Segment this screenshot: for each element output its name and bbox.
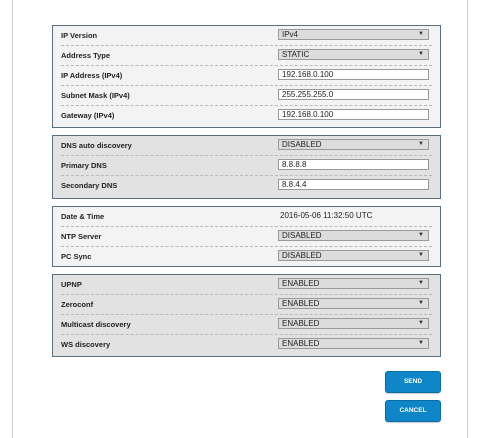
send-button[interactable]: SEND <box>385 371 441 393</box>
multicast-row: Multicast discovery ENABLED ▼ <box>61 315 432 335</box>
ntp-server-row: NTP Server DISABLED ▼ <box>61 227 432 247</box>
upnp-select[interactable]: ENABLED ▼ <box>278 278 429 289</box>
upnp-selected: ENABLED <box>282 279 320 288</box>
chevron-down-icon: ▼ <box>418 51 424 57</box>
ip-settings-group: IP Version IPv4 ▼ Address Type STATIC ▼ … <box>52 25 441 128</box>
zeroconf-selected: ENABLED <box>282 299 320 308</box>
ip-address-row: IP Address (IPv4) 192.168.0.100 <box>61 66 432 86</box>
ntp-server-selected: DISABLED <box>282 231 322 240</box>
ip-version-row: IP Version IPv4 ▼ <box>61 26 432 46</box>
primary-dns-row: Primary DNS 8.8.8.8 <box>61 156 432 176</box>
secondary-dns-label: Secondary DNS <box>61 181 118 190</box>
address-type-row: Address Type STATIC ▼ <box>61 46 432 66</box>
address-type-selected: STATIC <box>282 50 310 59</box>
upnp-label: UPNP <box>61 280 82 289</box>
gateway-row: Gateway (IPv4) 192.168.0.100 <box>61 106 432 126</box>
chevron-down-icon: ▼ <box>418 141 424 147</box>
gateway-input[interactable]: 192.168.0.100 <box>278 109 429 120</box>
cancel-button[interactable]: CANCEL <box>385 400 441 422</box>
chevron-down-icon: ▼ <box>418 320 424 326</box>
datetime-label: Date & Time <box>61 212 105 221</box>
zeroconf-label: Zeroconf <box>61 300 94 309</box>
ws-discovery-label: WS discovery <box>61 340 111 349</box>
datetime-value: 2016-05-06 11:32:50 UTC <box>280 211 373 220</box>
address-type-select[interactable]: STATIC ▼ <box>278 49 429 60</box>
pc-sync-select[interactable]: DISABLED ▼ <box>278 250 429 261</box>
dns-auto-row: DNS auto discovery DISABLED ▼ <box>61 136 432 156</box>
secondary-dns-row: Secondary DNS 8.8.4.4 <box>61 176 432 196</box>
chevron-down-icon: ▼ <box>418 252 424 258</box>
pc-sync-row: PC Sync DISABLED ▼ <box>61 247 432 267</box>
ip-address-label: IP Address (IPv4) <box>61 71 123 80</box>
dns-group: DNS auto discovery DISABLED ▼ Primary DN… <box>52 135 441 199</box>
chevron-down-icon: ▼ <box>418 340 424 346</box>
subnet-mask-label: Subnet Mask (IPv4) <box>61 91 130 100</box>
chevron-down-icon: ▼ <box>418 232 424 238</box>
upnp-row: UPNP ENABLED ▼ <box>61 275 432 295</box>
multicast-select[interactable]: ENABLED ▼ <box>278 318 429 329</box>
ip-version-selected: IPv4 <box>282 30 299 39</box>
ws-discovery-selected: ENABLED <box>282 339 320 348</box>
primary-dns-label: Primary DNS <box>61 161 107 170</box>
multicast-label: Multicast discovery <box>61 320 131 329</box>
zeroconf-select[interactable]: ENABLED ▼ <box>278 298 429 309</box>
chevron-down-icon: ▼ <box>418 280 424 286</box>
discovery-group: UPNP ENABLED ▼ Zeroconf ENABLED ▼ Multic… <box>52 274 441 357</box>
ws-discovery-row: WS discovery ENABLED ▼ <box>61 335 432 355</box>
subnet-mask-input[interactable]: 255.255.255.0 <box>278 89 429 100</box>
secondary-dns-input[interactable]: 8.8.4.4 <box>278 179 429 190</box>
gateway-label: Gateway (IPv4) <box>61 111 115 120</box>
pc-sync-selected: DISABLED <box>282 251 322 260</box>
chevron-down-icon: ▼ <box>418 300 424 306</box>
multicast-selected: ENABLED <box>282 319 320 328</box>
ws-discovery-select[interactable]: ENABLED ▼ <box>278 338 429 349</box>
dns-auto-select[interactable]: DISABLED ▼ <box>278 139 429 150</box>
pc-sync-label: PC Sync <box>61 252 92 261</box>
zeroconf-row: Zeroconf ENABLED ▼ <box>61 295 432 315</box>
subnet-mask-row: Subnet Mask (IPv4) 255.255.255.0 <box>61 86 432 106</box>
ntp-server-label: NTP Server <box>61 232 102 241</box>
ip-version-label: IP Version <box>61 31 98 40</box>
dns-auto-label: DNS auto discovery <box>61 141 132 150</box>
primary-dns-input[interactable]: 8.8.8.8 <box>278 159 429 170</box>
dns-auto-selected: DISABLED <box>282 140 322 149</box>
chevron-down-icon: ▼ <box>418 31 424 37</box>
datetime-row: Date & Time 2016-05-06 11:32:50 UTC <box>61 207 432 227</box>
ntp-server-select[interactable]: DISABLED ▼ <box>278 230 429 241</box>
ip-version-select[interactable]: IPv4 ▼ <box>278 29 429 40</box>
address-type-label: Address Type <box>61 51 111 60</box>
time-group: Date & Time 2016-05-06 11:32:50 UTC NTP … <box>52 206 441 267</box>
ip-address-input[interactable]: 192.168.0.100 <box>278 69 429 80</box>
